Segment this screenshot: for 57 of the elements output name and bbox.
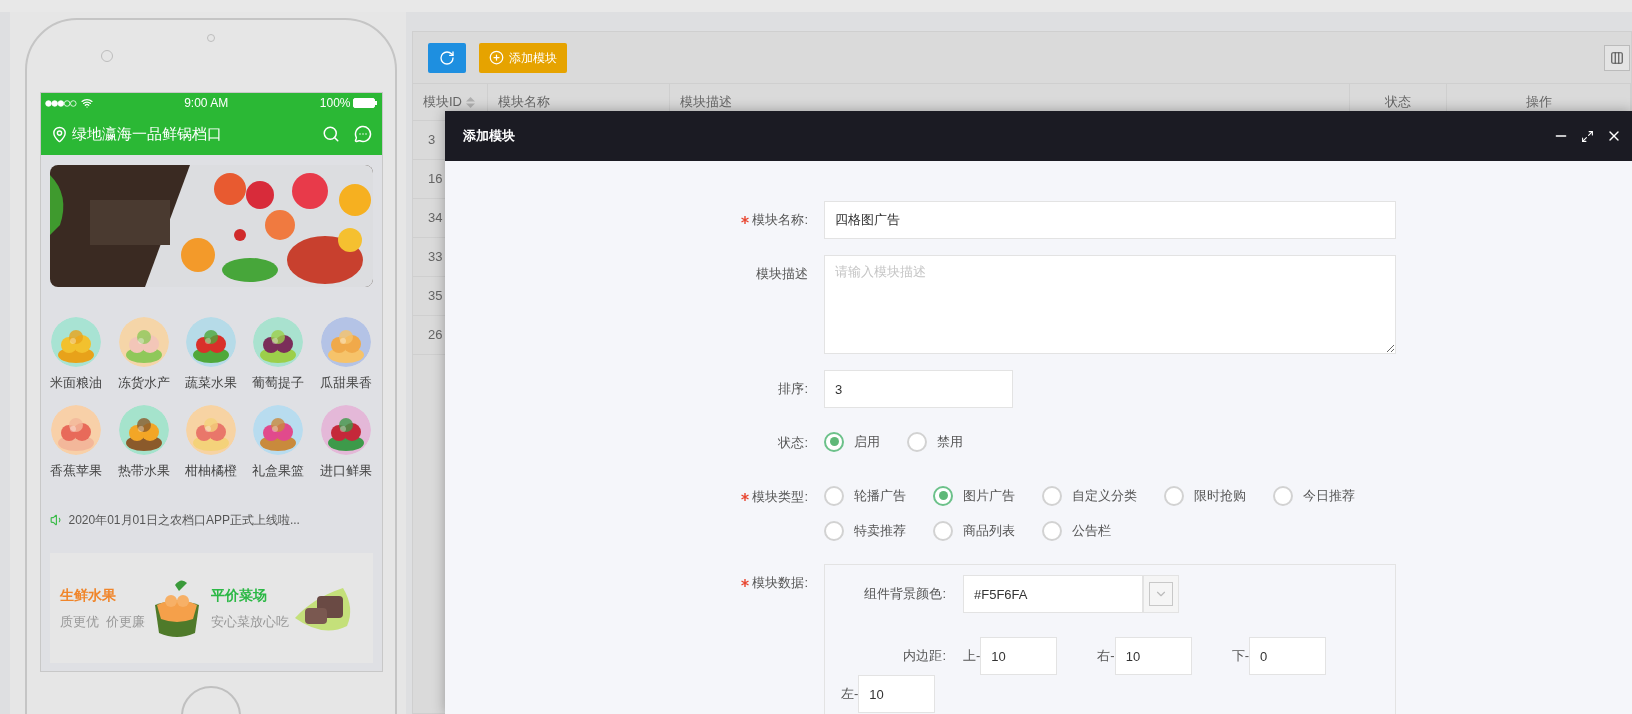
radio-option[interactable]: 自定义分类 bbox=[1042, 478, 1137, 513]
side-label: 左- bbox=[841, 685, 859, 704]
padding-field[interactable]: 0 bbox=[1249, 637, 1327, 675]
radio-option[interactable]: 公告栏 bbox=[1042, 513, 1111, 548]
column-header: 操作 bbox=[1525, 93, 1552, 112]
radio-option[interactable]: 特卖推荐 bbox=[824, 513, 906, 548]
padding-field[interactable]: 10 bbox=[980, 637, 1058, 675]
category-label[interactable]: 香蕉苹果 bbox=[50, 463, 103, 479]
promo-subtitle: 安心菜放心吃 bbox=[211, 612, 289, 631]
category-label[interactable]: 柑柚橘橙 bbox=[185, 463, 237, 479]
category-label[interactable]: 礼盒果篮 bbox=[252, 463, 305, 479]
field-label: 模块类型: bbox=[752, 488, 808, 507]
store-title: 绿地瀛海一品鲜锅档口 bbox=[71, 123, 222, 144]
notice-text[interactable]: 2020年01月01日之农档口APP正式上线啦... bbox=[68, 511, 300, 529]
side-label: 上- bbox=[963, 647, 981, 666]
table-cell-text: 16 bbox=[427, 170, 443, 189]
column-header: 模块ID bbox=[423, 93, 462, 112]
field-label: 模块名称: bbox=[752, 211, 808, 230]
column-header: 模块描述 bbox=[680, 93, 732, 112]
category-label[interactable]: 瓜甜果香 bbox=[319, 375, 372, 391]
side-label: 右- bbox=[1097, 647, 1115, 666]
dialog-title: 添加模块 bbox=[463, 127, 515, 146]
table-cell-text: 26 bbox=[427, 326, 443, 345]
field-label: 模块描述 bbox=[756, 265, 808, 284]
field-label: 模块数据: bbox=[752, 574, 808, 593]
radio-option[interactable]: 限时抢购 bbox=[1164, 478, 1246, 513]
category-label[interactable]: 冻货水产 bbox=[117, 375, 170, 391]
table-cell-text: 34 bbox=[427, 209, 443, 228]
radio-option[interactable]: 图片广告 bbox=[933, 478, 1015, 513]
promo-subtitle: 质更优 价更廉 bbox=[59, 612, 145, 631]
field-label: 排序: bbox=[778, 380, 808, 399]
battery-level: 100% bbox=[319, 95, 351, 112]
padding-field[interactable]: 10 bbox=[858, 675, 936, 713]
category-label[interactable]: 进口鲜果 bbox=[319, 463, 372, 479]
category-label[interactable]: 米面粮油 bbox=[50, 375, 103, 391]
radio-option[interactable]: 今日推荐 bbox=[1273, 478, 1355, 513]
number-field[interactable]: 3 bbox=[824, 370, 1013, 408]
field-label: 内边距: bbox=[902, 647, 946, 666]
text-field[interactable]: 四格图广告 bbox=[824, 201, 1396, 239]
radio-option[interactable]: 商品列表 bbox=[933, 513, 1015, 548]
category-label[interactable]: 葡萄提子 bbox=[252, 375, 305, 391]
color-field[interactable]: #F5F6FA bbox=[963, 575, 1143, 613]
side-label: 下- bbox=[1231, 647, 1250, 666]
field-label: 状态: bbox=[778, 434, 808, 453]
category-label[interactable]: 热带水果 bbox=[117, 463, 170, 479]
status-time: 9:00 AM bbox=[184, 95, 229, 112]
radio-option[interactable]: 启用 bbox=[824, 424, 880, 459]
radio-option[interactable]: 禁用 bbox=[907, 424, 963, 459]
padding-field[interactable]: 10 bbox=[1114, 637, 1192, 675]
table-cell-text: 35 bbox=[427, 287, 443, 306]
column-header: 模块名称 bbox=[498, 93, 550, 112]
table-cell-text: 3 bbox=[427, 131, 436, 150]
column-header: 状态 bbox=[1385, 93, 1411, 112]
category-label[interactable]: 蔬菜水果 bbox=[185, 375, 237, 391]
table-cell-text: 33 bbox=[427, 248, 443, 267]
radio-option[interactable]: 轮播广告 bbox=[824, 478, 906, 513]
field-label: 组件背景颜色: bbox=[863, 585, 946, 604]
